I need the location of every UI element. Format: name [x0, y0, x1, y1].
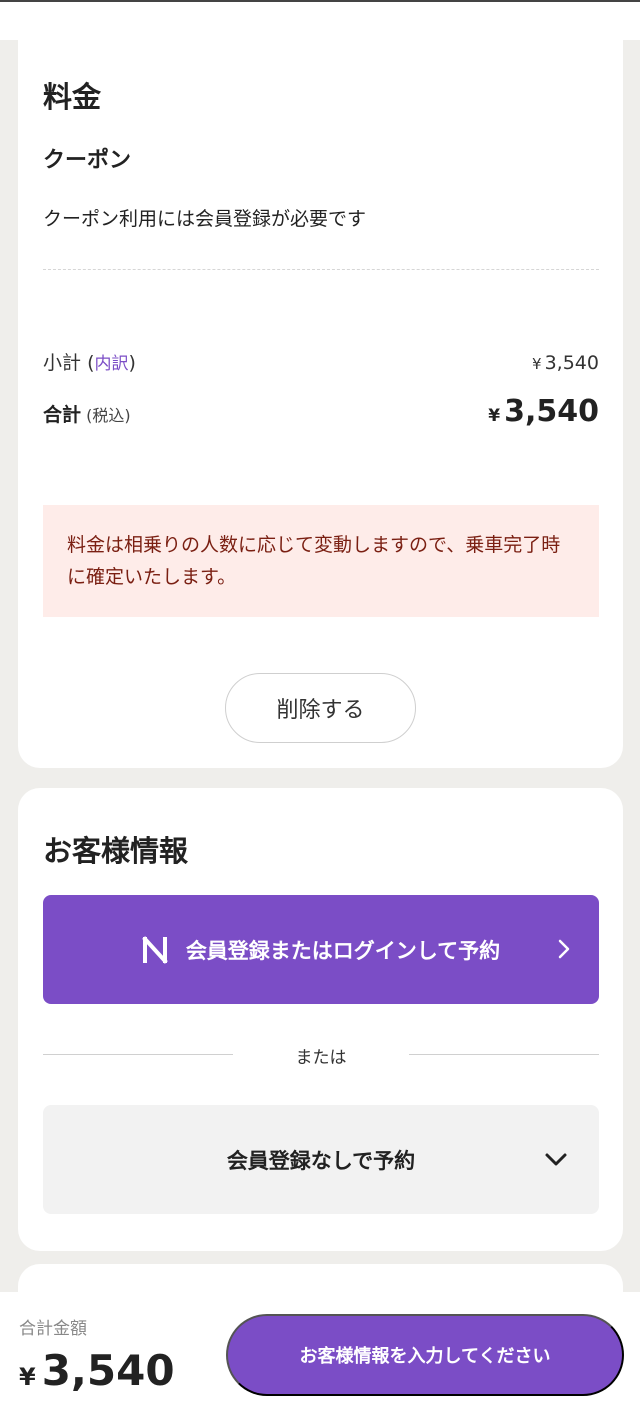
or-divider: または [43, 1040, 599, 1070]
login-register-button[interactable]: 会員登録またはログインして予約 [43, 895, 599, 1004]
total-row: 合計 (税込) ¥3,540 [43, 394, 599, 429]
n-logo-icon [141, 935, 168, 964]
total-amount: 3,540 [504, 394, 599, 429]
guest-reserve-button[interactable]: 会員登録なしで予約 [43, 1105, 599, 1214]
or-text: または [295, 1048, 347, 1068]
total-label: 合計 [43, 404, 82, 426]
fee-card: 料金 クーポン クーポン利用には会員登録が必要です 小計 (内訳) ¥3,540… [18, 40, 623, 768]
coupon-note: クーポン利用には会員登録が必要です [43, 208, 367, 230]
footer-total: ¥ 3,540 [19, 1346, 175, 1395]
subtotal-label-group: 小計 (内訳) [43, 348, 136, 375]
total-label-group: 合計 (税込) [43, 400, 131, 427]
paren-close: ) [128, 352, 136, 374]
footer-currency: ¥ [19, 1363, 36, 1391]
divider-line-right [409, 1054, 599, 1055]
chevron-down-icon [543, 1149, 569, 1171]
total-currency: ¥ [488, 406, 501, 426]
footer-amount: 3,540 [41, 1346, 175, 1395]
bottom-summary-bar: 合計金額 ¥ 3,540 お客様情報を入力してください [0, 1292, 640, 1414]
enter-customer-info-button[interactable]: お客様情報を入力してください [226, 1314, 624, 1396]
customer-info-card: お客様情報 会員登録またはログインして予約 または 会員登録なしで予約 [18, 788, 623, 1251]
fee-heading: 料金 [43, 80, 102, 114]
login-register-label: 会員登録またはログインして予約 [185, 938, 501, 963]
subtotal-amount: 3,540 [544, 352, 599, 374]
guest-reserve-label: 会員登録なしで予約 [226, 1148, 416, 1173]
dashed-divider [43, 269, 599, 270]
fare-change-alert: 料金は相乗りの人数に応じて変動しますので、乗車完了時に確定いたします。 [43, 505, 599, 617]
top-bar [0, 0, 640, 40]
total-caption: 合計金額 [19, 1319, 87, 1339]
subtotal-label: 小計 [43, 352, 82, 374]
customer-info-heading: お客様情報 [43, 834, 189, 868]
tax-note: (税込) [86, 406, 131, 425]
total-value: ¥3,540 [488, 394, 599, 429]
subtotal-currency: ¥ [532, 355, 542, 373]
coupon-heading: クーポン [43, 148, 132, 173]
breakdown-link[interactable]: 内訳 [94, 354, 128, 374]
subtotal-row: 小計 (内訳) ¥3,540 [43, 348, 599, 375]
delete-button[interactable]: 削除する [225, 673, 416, 743]
chevron-right-icon [553, 937, 575, 961]
subtotal-value: ¥3,540 [532, 352, 599, 374]
